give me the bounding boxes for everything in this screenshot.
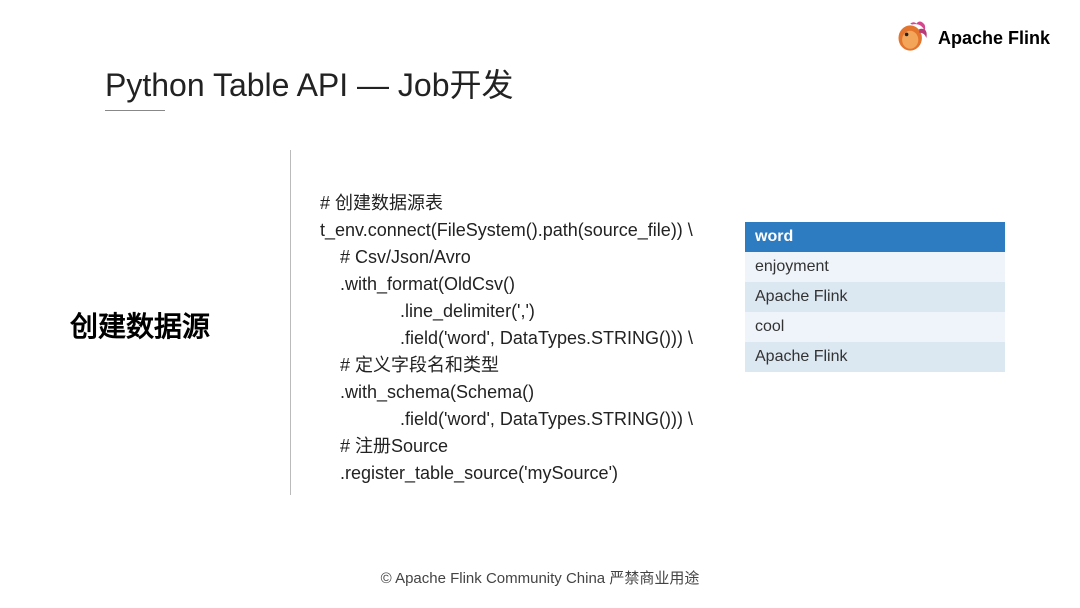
table-row: Apache Flink	[745, 282, 1005, 312]
code-line: # 定义字段名和类型	[320, 355, 499, 375]
code-line: t_env.connect(FileSystem().path(source_f…	[320, 220, 693, 240]
table-cell: cool	[745, 312, 1005, 342]
flink-squirrel-icon	[894, 20, 930, 56]
code-line: .with_format(OldCsv()	[320, 274, 515, 294]
table-cell: enjoyment	[745, 252, 1005, 282]
code-line: .register_table_source('mySource')	[320, 463, 618, 483]
section-label: 创建数据源	[70, 305, 210, 345]
code-line: # 创建数据源表	[320, 193, 443, 213]
code-line: # Csv/Json/Avro	[320, 247, 471, 267]
table-row: cool	[745, 312, 1005, 342]
vertical-divider	[290, 150, 291, 495]
code-block: # 创建数据源表 t_env.connect(FileSystem().path…	[320, 190, 693, 487]
title-underline	[105, 110, 165, 111]
logo-text: Apache Flink	[938, 28, 1050, 49]
table-row: Apache Flink	[745, 342, 1005, 372]
sample-data-table: word enjoyment Apache Flink cool Apache …	[745, 222, 1005, 372]
code-line: .with_schema(Schema()	[320, 382, 534, 402]
table-header: word	[745, 222, 1005, 252]
code-line: .field('word', DataTypes.STRING())) \	[320, 328, 693, 348]
code-line: .line_delimiter(',')	[320, 301, 535, 321]
table-row: enjoyment	[745, 252, 1005, 282]
footer-text: © Apache Flink Community China 严禁商业用途	[0, 567, 1080, 588]
page-title: Python Table API — Job开发	[105, 60, 514, 106]
code-line: # 注册Source	[320, 436, 448, 456]
logo-area: Apache Flink	[894, 20, 1050, 56]
table-cell: Apache Flink	[745, 282, 1005, 312]
code-line: .field('word', DataTypes.STRING())) \	[320, 409, 693, 429]
table-cell: Apache Flink	[745, 342, 1005, 372]
